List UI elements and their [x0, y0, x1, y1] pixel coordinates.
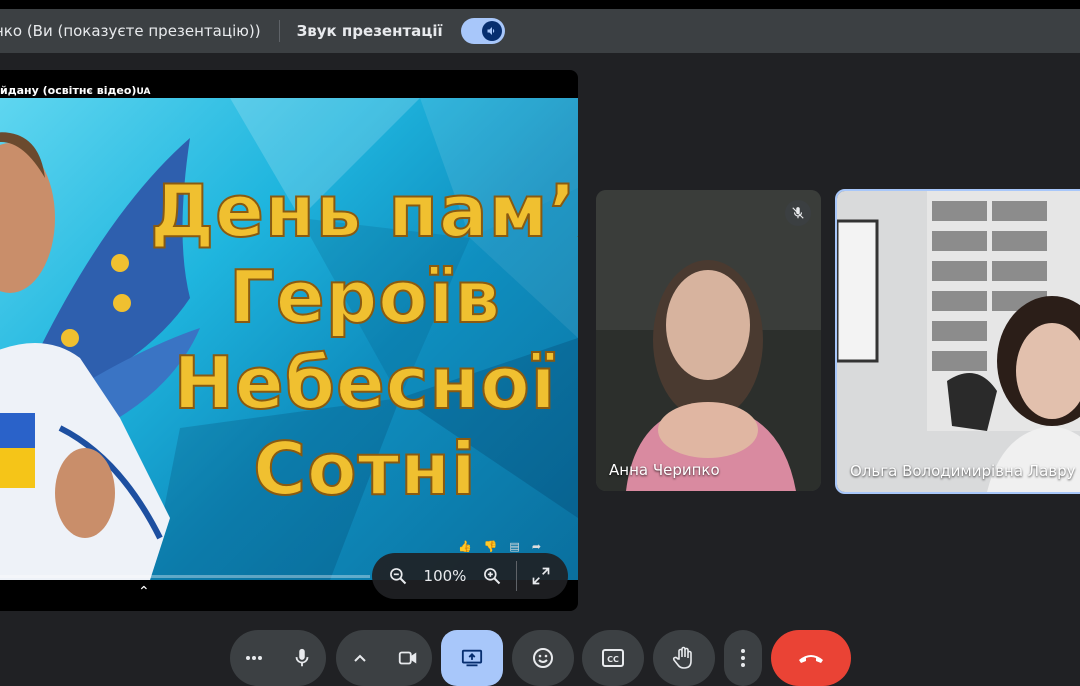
presenter-label: нко (Ви (показуєте презентацію)): [0, 22, 261, 40]
like-icon[interactable]: 👍: [458, 540, 472, 553]
presentation-sound-toggle[interactable]: [460, 18, 505, 44]
zoom-in-icon[interactable]: [472, 556, 512, 596]
participant-video: [837, 191, 1080, 492]
participant-name: Анна Черипко: [609, 461, 720, 479]
more-vert-icon[interactable]: [724, 630, 762, 686]
more-mic-group: [230, 630, 326, 686]
participant-tile[interactable]: Анна Черипко: [596, 190, 821, 491]
presentation-sound-label: Звук презентації: [296, 22, 443, 40]
zoom-level: 100%: [423, 567, 467, 585]
participant-name: Ольга Володимирівна Лавру: [850, 462, 1076, 480]
camera-group: [336, 630, 432, 686]
raise-hand-icon[interactable]: [653, 630, 715, 686]
zoom-out-icon[interactable]: [378, 556, 418, 596]
comments-icon[interactable]: ▤: [509, 540, 519, 553]
video-title: йдану (освітнє відео)UA: [0, 84, 151, 97]
share-icon[interactable]: ➦: [532, 540, 541, 553]
slide-title: День пам’яті Героїв Небесної Сотні: [149, 168, 578, 512]
divider: [278, 20, 280, 42]
call-end-icon[interactable]: [771, 630, 851, 686]
slide-image: День пам’яті Героїв Небесної Сотні: [0, 98, 578, 580]
fullscreen-icon[interactable]: [521, 556, 561, 596]
top-strip: [0, 0, 1080, 9]
volume-icon: [481, 21, 502, 41]
participant-tile-active[interactable]: Ольга Володимирівна Лавру: [835, 189, 1080, 494]
presentation-bar: нко (Ви (показуєте презентацію)) Звук пр…: [0, 9, 1080, 53]
closed-captions-icon[interactable]: CC: [582, 630, 644, 686]
emoji-icon[interactable]: [512, 630, 574, 686]
mic-icon[interactable]: [278, 630, 326, 686]
chevron-up-icon[interactable]: ⌃: [138, 584, 150, 600]
zoom-controls: 100%: [372, 553, 568, 599]
dislike-icon[interactable]: 👎: [484, 540, 498, 553]
more-horiz-icon[interactable]: [230, 630, 278, 686]
present-screen-icon[interactable]: [441, 630, 503, 686]
divider: [516, 561, 517, 591]
svg-text:CC: CC: [607, 655, 619, 664]
video-actions: 👍 👎 ▤ ➦: [458, 540, 541, 553]
participant-video: [596, 190, 821, 491]
mic-off-icon: [785, 200, 811, 226]
chevron-up-icon[interactable]: [336, 630, 384, 686]
videocam-icon[interactable]: [384, 630, 432, 686]
video-progress[interactable]: [0, 575, 370, 578]
